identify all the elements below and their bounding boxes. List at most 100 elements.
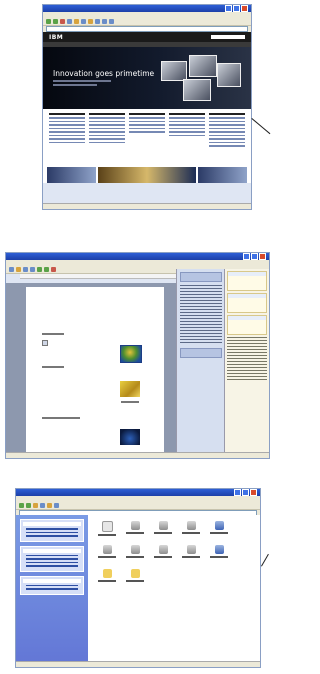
file-item[interactable] — [180, 545, 202, 558]
placeholder-box[interactable] — [42, 340, 48, 346]
history-icon[interactable] — [95, 18, 100, 24]
stop-icon[interactable] — [60, 18, 65, 24]
back-icon[interactable] — [46, 18, 51, 24]
mail-icon[interactable] — [102, 18, 107, 24]
text-line — [121, 401, 139, 403]
minimize-button[interactable] — [243, 253, 250, 260]
minimize-button[interactable] — [225, 5, 232, 12]
side-card[interactable] — [227, 271, 267, 291]
promo-image[interactable] — [98, 167, 196, 183]
undo-icon[interactable] — [37, 266, 42, 272]
home-icon[interactable] — [74, 18, 79, 24]
new-icon[interactable] — [9, 266, 14, 272]
address-bar — [43, 26, 251, 32]
hero-photo — [183, 79, 211, 101]
link-columns — [43, 109, 251, 167]
toolbar — [16, 501, 260, 510]
maximize-button[interactable] — [233, 5, 240, 12]
task-group — [20, 519, 84, 542]
task-pane-header — [180, 272, 222, 282]
close-button[interactable] — [259, 253, 266, 260]
file-item[interactable] — [152, 521, 174, 534]
link-column — [209, 113, 245, 163]
file-view — [88, 515, 260, 662]
file-item[interactable] — [152, 545, 174, 558]
hero-headline: Innovation goes primetime — [53, 69, 155, 78]
redo-icon[interactable] — [44, 266, 49, 272]
minimize-button[interactable] — [234, 489, 241, 496]
search-icon[interactable] — [81, 18, 86, 24]
toolbar — [43, 17, 251, 26]
status-bar — [43, 203, 251, 209]
site-search-input[interactable] — [211, 35, 245, 39]
pointer-line — [251, 118, 271, 135]
format-icon[interactable] — [51, 266, 56, 272]
open-icon[interactable] — [16, 266, 21, 272]
print-icon[interactable] — [109, 18, 114, 24]
task-pane-text — [180, 285, 222, 345]
side-pane — [224, 269, 269, 452]
up-folder-icon[interactable] — [33, 502, 38, 508]
side-card[interactable] — [227, 293, 267, 313]
link-column — [169, 113, 205, 163]
status-bar — [16, 661, 260, 667]
link-column — [49, 113, 85, 163]
hero-subtext — [53, 80, 111, 82]
title-bar — [16, 489, 260, 496]
file-item[interactable] — [124, 569, 146, 582]
refresh-icon[interactable] — [67, 18, 72, 24]
document-area — [6, 283, 176, 452]
file-item[interactable] — [96, 521, 118, 536]
hero-photo — [189, 55, 217, 77]
folders-icon[interactable] — [47, 502, 52, 508]
favorites-icon[interactable] — [88, 18, 93, 24]
promo-strip — [43, 167, 251, 183]
browser-screenshot: IBM Innovation goes primetime — [42, 4, 252, 210]
side-card[interactable] — [227, 315, 267, 335]
views-icon[interactable] — [54, 502, 59, 508]
picture[interactable] — [120, 345, 142, 363]
side-note-text — [227, 337, 267, 382]
text-line — [42, 333, 64, 335]
window-controls — [225, 5, 248, 12]
file-item[interactable] — [208, 521, 230, 534]
save-icon[interactable] — [23, 266, 28, 272]
address-input[interactable] — [46, 26, 248, 32]
close-button[interactable] — [250, 489, 257, 496]
window-controls — [243, 253, 266, 260]
ibm-logo[interactable]: IBM — [49, 34, 63, 41]
picture[interactable] — [120, 381, 140, 397]
file-item[interactable] — [96, 545, 118, 558]
forward-icon[interactable] — [53, 18, 58, 24]
title-bar — [6, 253, 269, 260]
file-item[interactable] — [96, 569, 118, 582]
task-group — [20, 545, 84, 572]
file-item[interactable] — [208, 545, 230, 558]
hero-photo — [161, 61, 187, 81]
hero-subtext — [53, 84, 97, 86]
file-item[interactable] — [124, 545, 146, 558]
title-bar — [43, 5, 251, 12]
maximize-button[interactable] — [251, 253, 258, 260]
hero-photo — [217, 63, 241, 87]
text-line — [42, 417, 80, 419]
promo-image[interactable] — [198, 167, 247, 183]
back-icon[interactable] — [19, 502, 24, 508]
promo-image[interactable] — [47, 167, 96, 183]
file-item[interactable] — [124, 521, 146, 534]
print-icon[interactable] — [30, 266, 35, 272]
explorer-screenshot — [15, 488, 261, 668]
maximize-button[interactable] — [242, 489, 249, 496]
document-page[interactable] — [26, 287, 164, 452]
picture[interactable] — [120, 429, 140, 445]
link-column — [129, 113, 165, 163]
close-button[interactable] — [241, 5, 248, 12]
task-pane — [176, 269, 225, 452]
search-icon[interactable] — [40, 502, 45, 508]
file-item[interactable] — [180, 521, 202, 534]
link-column — [89, 113, 125, 163]
forward-icon[interactable] — [26, 502, 31, 508]
task-pane-button[interactable] — [180, 348, 222, 358]
status-bar — [6, 452, 269, 458]
hero-banner[interactable]: Innovation goes primetime — [43, 47, 251, 109]
